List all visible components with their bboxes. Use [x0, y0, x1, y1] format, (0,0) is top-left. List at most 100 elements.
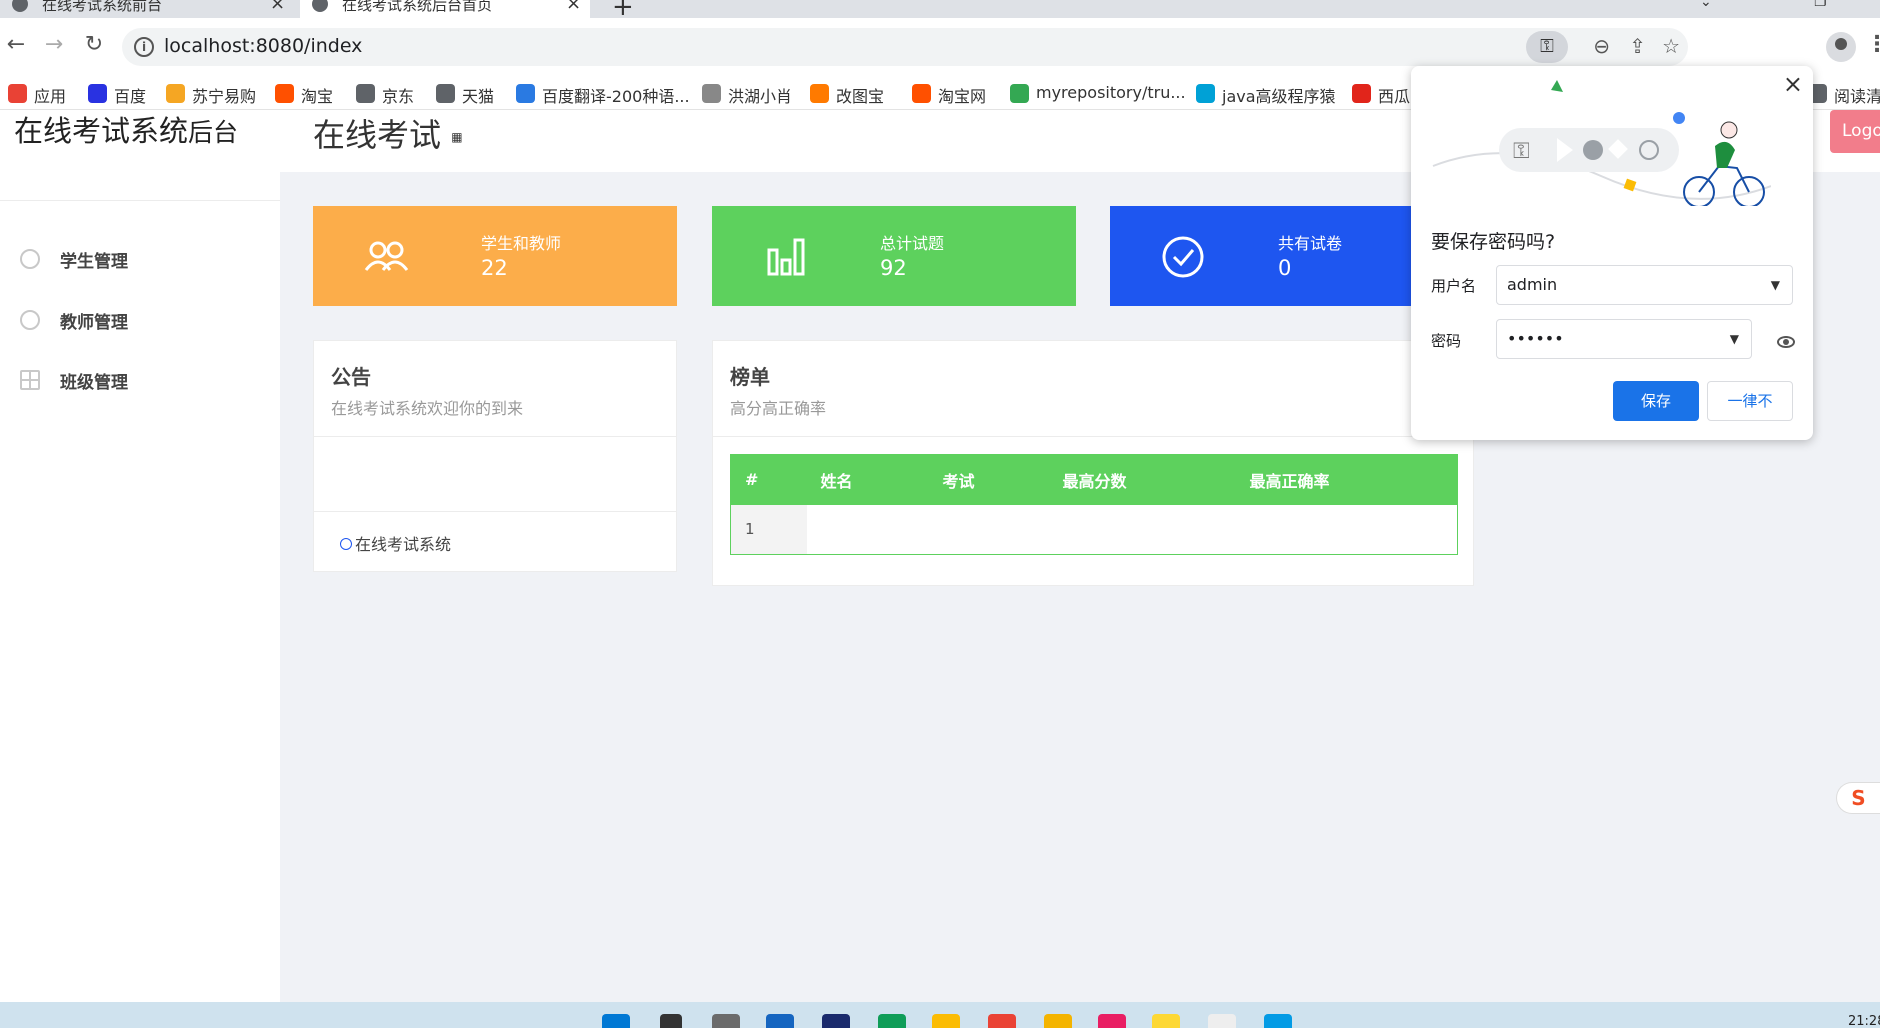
folder-icon[interactable]	[1044, 1014, 1072, 1028]
widgets-icon[interactable]	[766, 1014, 794, 1028]
close-icon[interactable]: ×	[270, 0, 285, 13]
share-icon[interactable]: ⇪	[1629, 34, 1646, 58]
bookmark-item[interactable]: 阅读清单	[1808, 83, 1880, 107]
app-icon[interactable]	[1264, 1014, 1292, 1028]
check-circle-icon	[1162, 236, 1204, 278]
menu-dots-icon[interactable]: ⋮	[1866, 32, 1880, 57]
sidebar-item-classes[interactable]: 班级管理	[18, 365, 268, 395]
close-icon[interactable]: ×	[1783, 70, 1803, 98]
close-icon[interactable]: ×	[566, 0, 581, 13]
star-icon[interactable]: ☆	[1662, 34, 1680, 58]
ranking-table: # 姓名 考试 最高分数 最高正确率 1	[730, 454, 1458, 555]
logout-button[interactable]: Logo	[1830, 110, 1880, 153]
bookmark-favicon-icon	[166, 84, 185, 103]
back-arrow-icon[interactable]: ←	[2, 32, 30, 57]
url-text[interactable]: localhost:8080/index	[164, 35, 362, 57]
chevron-down-icon[interactable]: ⌄	[1700, 0, 1712, 10]
panel-divider	[713, 436, 1473, 437]
app-icon[interactable]	[822, 1014, 850, 1028]
page-title-text: 在线考试	[313, 116, 442, 154]
app-icon[interactable]	[1152, 1014, 1180, 1028]
row-score	[1049, 505, 1236, 555]
key-icon[interactable]: ⚿	[1526, 31, 1568, 63]
dropdown-arrow-icon[interactable]: ▼	[1730, 320, 1739, 358]
username-field[interactable]: admin ▼	[1496, 265, 1793, 305]
panel-subtitle: 高分高正确率	[730, 399, 827, 418]
stat-card-questions: 总计试题 92	[712, 206, 1076, 306]
panel-divider	[314, 436, 676, 437]
panel-subtitle: 在线考试系统欢迎你的到来	[331, 399, 524, 418]
browser-tab-backend[interactable]: 在线考试系统后台首页 ×	[300, 0, 590, 18]
task-view-icon[interactable]	[712, 1014, 740, 1028]
bookmark-item[interactable]: 应用	[8, 83, 66, 107]
ranking-panel: 榜单 高分高正确率 # 姓名 考试 最高分数 最高正确率 1	[712, 340, 1474, 586]
os-taskbar: 21:28	[0, 1002, 1880, 1028]
stat-title: 学生和教师	[481, 234, 562, 253]
bookmark-item[interactable]: myrepository/tru...	[1010, 83, 1186, 103]
bookmark-item[interactable]: 苏宁易购	[166, 83, 256, 107]
bar-chart-icon	[767, 238, 805, 276]
bookmark-label: 天猫	[462, 87, 495, 106]
bookmark-item[interactable]: 西瓜	[1352, 83, 1410, 107]
grid-icon	[20, 370, 40, 390]
bookmark-label: 京东	[382, 87, 415, 106]
sogou-ime-icon[interactable]: S	[1836, 782, 1880, 814]
zoom-icon[interactable]: ⊖	[1593, 34, 1610, 58]
sidebar-item-students[interactable]: 学生管理	[18, 244, 268, 274]
row-index: 1	[730, 504, 807, 555]
users-icon	[364, 241, 409, 271]
clock-time: 21:28	[1848, 1014, 1880, 1028]
stat-title: 总计试题	[880, 234, 945, 253]
reload-icon[interactable]: ↻	[80, 32, 108, 57]
table-header-row: # 姓名 考试 最高分数 最高正确率	[730, 454, 1458, 505]
chrome-active-icon[interactable]	[988, 1014, 1016, 1028]
ide-icon[interactable]	[1098, 1014, 1126, 1028]
eye-icon[interactable]	[1777, 336, 1795, 348]
search-icon[interactable]	[660, 1014, 682, 1028]
stat-card-users: 学生和教师 22	[313, 206, 677, 306]
row-rate	[1236, 505, 1458, 555]
start-icon[interactable]	[602, 1014, 630, 1028]
save-password-button[interactable]: 保存	[1613, 381, 1699, 421]
stat-value: 22	[481, 256, 508, 280]
dropdown-arrow-icon[interactable]: ▼	[1771, 266, 1780, 304]
bookmark-item[interactable]: 百度翻译-200种语...	[516, 83, 690, 107]
bookmark-favicon-icon	[516, 84, 535, 103]
bookmark-favicon-icon	[275, 84, 294, 103]
info-icon[interactable]: i	[134, 37, 154, 57]
restore-window-icon[interactable]: ❐	[1814, 0, 1827, 10]
notice-item[interactable]: 在线考试系统	[340, 531, 451, 555]
password-field[interactable]: •••••• ▼	[1496, 319, 1752, 359]
column-header: #	[730, 454, 807, 505]
row-name	[807, 505, 929, 555]
bookmark-item[interactable]: java高级程序猿	[1196, 83, 1336, 107]
sidebar-item-teachers[interactable]: 教师管理	[18, 305, 268, 335]
column-header: 考试	[928, 454, 1049, 505]
bookmark-item[interactable]: 改图宝	[810, 83, 884, 107]
bookmark-item[interactable]: 百度	[88, 83, 146, 107]
bookmark-item[interactable]: 淘宝网	[912, 83, 986, 107]
bookmark-item[interactable]: 天猫	[436, 83, 494, 107]
browser-tab-frontend[interactable]: 在线考试系统前台 ×	[0, 0, 296, 18]
bookmark-favicon-icon	[356, 84, 375, 103]
never-save-button[interactable]: 一律不	[1707, 381, 1793, 421]
chrome-icon[interactable]	[932, 1014, 960, 1028]
address-bar[interactable]: i localhost:8080/index ⚿ ⊖ ⇪ ☆	[122, 28, 1688, 66]
profile-avatar-icon[interactable]	[1826, 32, 1856, 62]
bookmark-item[interactable]: 淘宝	[275, 83, 333, 107]
column-header: 最高正确率	[1235, 454, 1458, 505]
forward-arrow-icon[interactable]: →	[40, 32, 68, 57]
bookmark-favicon-icon	[1196, 84, 1215, 103]
sidebar: 在线考试系统后台 学生管理 教师管理 班级管理	[0, 110, 280, 1002]
sidebar-item-label: 学生管理	[60, 252, 128, 272]
bookmark-label: 淘宝网	[938, 87, 987, 106]
bookmark-item[interactable]: 洪湖小肖	[702, 83, 792, 107]
password-label: 密码	[1431, 332, 1462, 350]
bookmark-favicon-icon	[88, 84, 107, 103]
tab-title: 在线考试系统前台	[42, 0, 163, 14]
bookmark-item[interactable]: 京东	[356, 83, 414, 107]
bookmark-label: 洪湖小肖	[728, 87, 793, 106]
stat-value: 0	[1278, 256, 1292, 280]
app-icon[interactable]	[1208, 1014, 1236, 1028]
edge-icon[interactable]	[878, 1014, 906, 1028]
